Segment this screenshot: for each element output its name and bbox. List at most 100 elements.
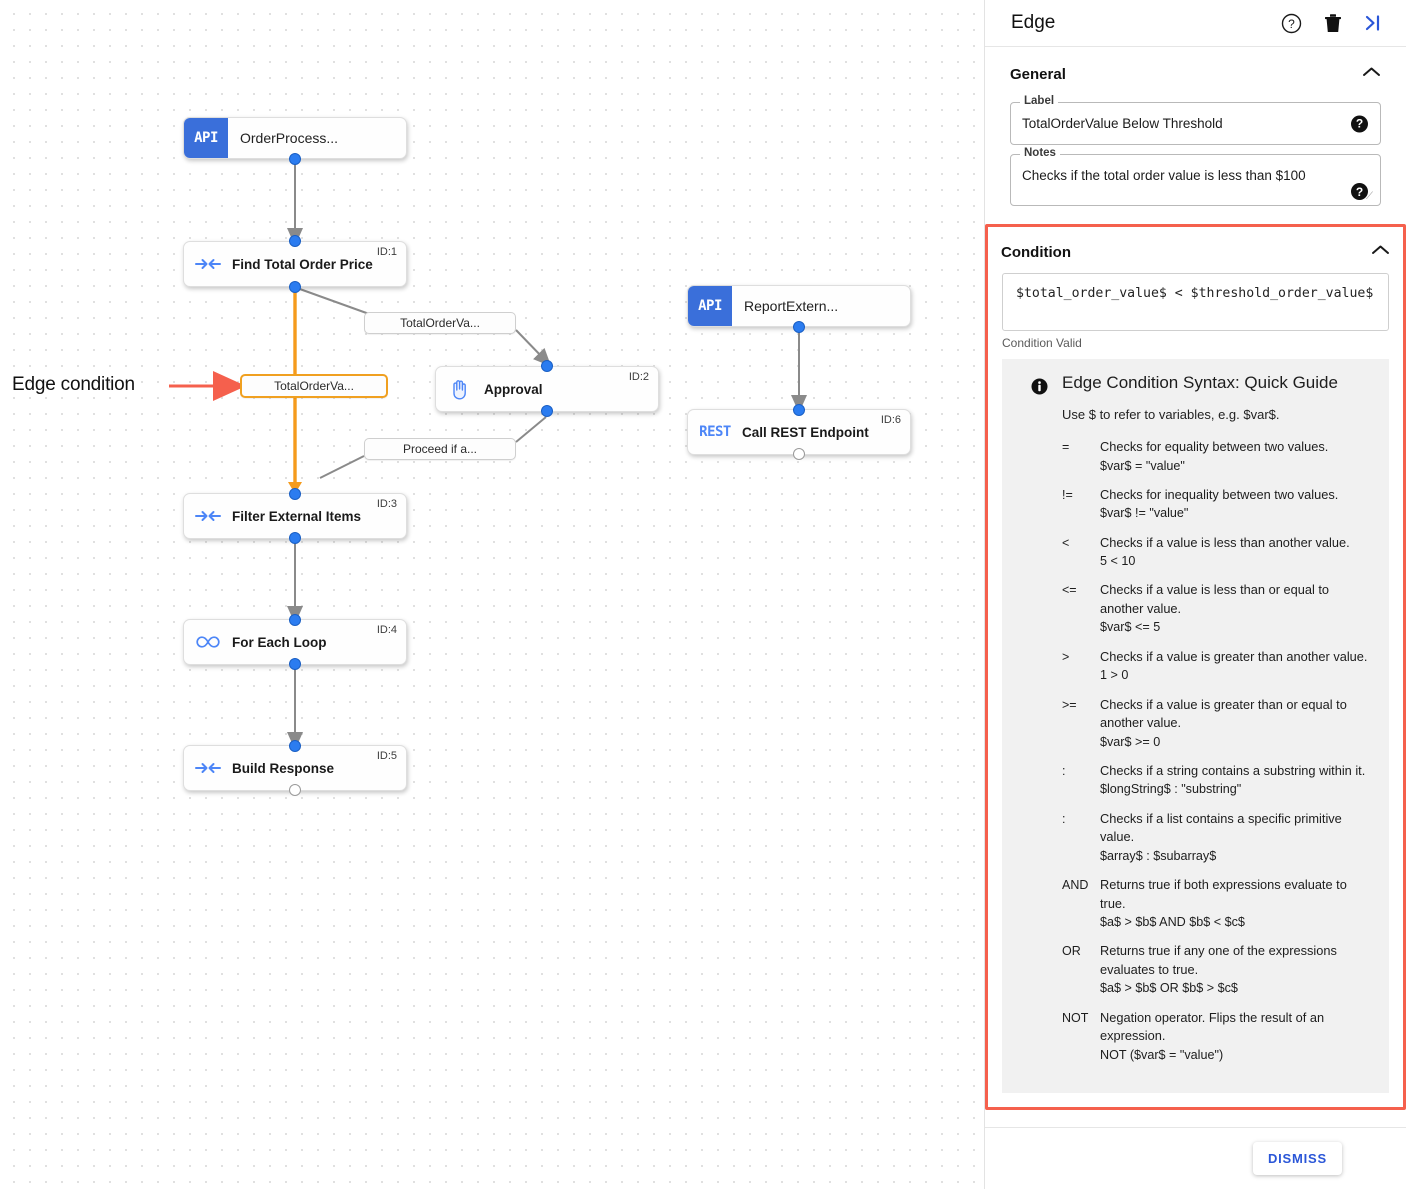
guide-description: Returns true if both expressions evaluat… xyxy=(1100,877,1347,911)
guide-description: Checks if a string contains a substring … xyxy=(1100,762,1366,778)
guide-row: < Checks if a value is less than another … xyxy=(1062,534,1375,571)
help-icon[interactable]: ? xyxy=(1281,13,1302,34)
hand-icon xyxy=(436,378,484,400)
node-output-port[interactable] xyxy=(289,281,301,293)
edge-label-text: Proceed if a... xyxy=(402,442,478,456)
guide-row: != Checks for inequality between two valu… xyxy=(1062,486,1375,523)
guide-operator: <= xyxy=(1062,583,1077,598)
guide-operator: OR xyxy=(1062,944,1081,959)
node-output-port[interactable] xyxy=(289,658,301,670)
resize-grip-icon[interactable]: ⟋ xyxy=(1366,192,1376,202)
guide-operator: >= xyxy=(1062,697,1077,712)
general-heading: General xyxy=(1010,65,1066,83)
guide-row: : Checks if a list contains a specific pr… xyxy=(1062,810,1375,865)
guide-operator-rows: = Checks for equality between two values.… xyxy=(1062,438,1375,1064)
notes-field[interactable]: Notes Checks if the total order value is… xyxy=(1010,147,1381,206)
node-output-port-open[interactable] xyxy=(793,448,805,460)
guide-operator: < xyxy=(1062,535,1070,550)
node-id-badge: ID:3 xyxy=(376,498,397,510)
condition-heading: Condition xyxy=(1001,243,1071,261)
label-field[interactable]: Label TotalOrderValue Below Threshold ? xyxy=(1010,95,1381,145)
edge-label-text: TotalOrderVa... xyxy=(274,379,354,393)
guide-row: > Checks if a value is greater than anoth… xyxy=(1062,648,1375,685)
panel-header: Edge ? xyxy=(985,0,1406,47)
guide-row: >= Checks if a value is greater than or e… xyxy=(1062,696,1375,751)
condition-expression-input[interactable]: $total_order_value$ < $threshold_order_v… xyxy=(1002,273,1389,331)
guide-title: Edge Condition Syntax: Quick Guide xyxy=(1062,373,1338,392)
guide-operator: NOT xyxy=(1062,1010,1089,1025)
panel-body: General Label TotalOrderValue Below Thre… xyxy=(985,47,1406,1127)
guide-body: Edge Condition Syntax: Quick Guide Use $… xyxy=(1062,373,1375,1075)
node-input-port[interactable] xyxy=(289,614,301,626)
node-output-port[interactable] xyxy=(793,321,805,333)
node-input-port[interactable] xyxy=(541,360,553,372)
merge-arrows-icon xyxy=(184,760,232,776)
edge-label-total-order-value-selected[interactable]: TotalOrderVa... xyxy=(240,374,388,398)
node-title: OrderProcess... xyxy=(240,130,339,146)
guide-description: Checks if a value is greater than or equ… xyxy=(1100,696,1347,731)
info-icon xyxy=(1016,373,1062,1075)
guide-example: 1 > 0 xyxy=(1100,668,1129,683)
guide-description: Returns true if any one of the expressio… xyxy=(1100,943,1337,977)
notes-field-legend: Notes xyxy=(1020,147,1060,159)
node-title: ReportExtern... xyxy=(744,298,839,314)
chevron-up-icon[interactable] xyxy=(1371,243,1390,261)
label-field-value: TotalOrderValue Below Threshold xyxy=(1022,116,1223,131)
guide-example: $var$ = "value" xyxy=(1100,458,1185,473)
edge-editor-app: Edge condition API OrderProcess... Find … xyxy=(0,0,1406,1189)
api-icon: API xyxy=(184,118,228,158)
node-output-port-open[interactable] xyxy=(289,784,301,796)
condition-section-header[interactable]: Condition xyxy=(988,227,1403,273)
guide-operator: AND xyxy=(1062,878,1089,893)
rest-icon: REST xyxy=(699,424,731,440)
node-title: Filter External Items xyxy=(232,508,362,524)
guide-example: $array$ : $subarray$ xyxy=(1100,848,1217,863)
node-id-badge: ID:4 xyxy=(376,624,397,636)
guide-description: Checks for equality between two values. xyxy=(1100,439,1329,454)
guide-row: NOT Negation operator. Flips the result o… xyxy=(1062,1009,1375,1064)
node-output-port[interactable] xyxy=(289,153,301,165)
node-output-port[interactable] xyxy=(541,405,553,417)
guide-description: Checks if a value is greater than anothe… xyxy=(1100,648,1368,664)
guide-example: $var$ <= 5 xyxy=(1100,620,1161,635)
label-field-legend: Label xyxy=(1020,95,1059,107)
guide-example: 5 < 10 xyxy=(1100,554,1136,569)
edge-properties-panel: Edge ? General Label TotalOrderValue Bel… xyxy=(984,0,1406,1189)
guide-description: Negation operator. Flips the result of a… xyxy=(1100,1009,1325,1044)
delete-icon[interactable] xyxy=(1324,13,1342,33)
guide-operator: : xyxy=(1062,811,1066,826)
node-id-badge: ID:1 xyxy=(376,246,397,258)
node-title: Call REST Endpoint xyxy=(742,424,869,440)
edge-label-text: TotalOrderVa... xyxy=(400,316,480,330)
node-output-port[interactable] xyxy=(289,532,301,544)
node-input-port[interactable] xyxy=(289,488,301,500)
node-input-port[interactable] xyxy=(289,740,301,752)
guide-description: Checks if a list contains a specific pri… xyxy=(1100,810,1342,845)
dismiss-button[interactable]: DISMISS xyxy=(1252,1142,1342,1175)
guide-operator: = xyxy=(1062,440,1070,454)
panel-footer: DISMISS xyxy=(985,1127,1406,1189)
guide-row: : Checks if a string contains a substring… xyxy=(1062,762,1375,799)
guide-operator: != xyxy=(1062,487,1073,502)
collapse-panel-icon[interactable] xyxy=(1364,14,1384,32)
node-title: Build Response xyxy=(232,760,335,776)
general-section: General Label TotalOrderValue Below Thre… xyxy=(985,47,1406,206)
workflow-canvas[interactable]: Edge condition API OrderProcess... Find … xyxy=(0,0,984,1189)
edge-label-proceed-if[interactable]: Proceed if a... xyxy=(364,438,516,460)
node-input-port[interactable] xyxy=(793,404,805,416)
edge-connectors xyxy=(169,159,807,750)
guide-description: Checks if a value is less than another v… xyxy=(1100,534,1350,550)
infinity-icon xyxy=(184,634,232,650)
guide-row: OR Returns true if any one of the express… xyxy=(1062,942,1375,997)
edge-label-total-order-value-top[interactable]: TotalOrderVa... xyxy=(364,312,516,334)
chevron-up-icon[interactable] xyxy=(1362,65,1381,83)
guide-operator: > xyxy=(1062,649,1070,664)
general-section-header[interactable]: General xyxy=(999,47,1392,93)
guide-example: $longString$ : "substring" xyxy=(1100,782,1242,797)
label-field-help-icon[interactable]: ? xyxy=(1351,115,1368,132)
guide-subtitle: Use $ to refer to variables, e.g. $var$. xyxy=(1062,407,1280,422)
node-input-port[interactable] xyxy=(289,235,301,247)
guide-example: $var$ != "value" xyxy=(1100,506,1189,521)
merge-arrows-icon xyxy=(184,256,232,272)
condition-syntax-guide: Edge Condition Syntax: Quick Guide Use $… xyxy=(1002,359,1389,1094)
